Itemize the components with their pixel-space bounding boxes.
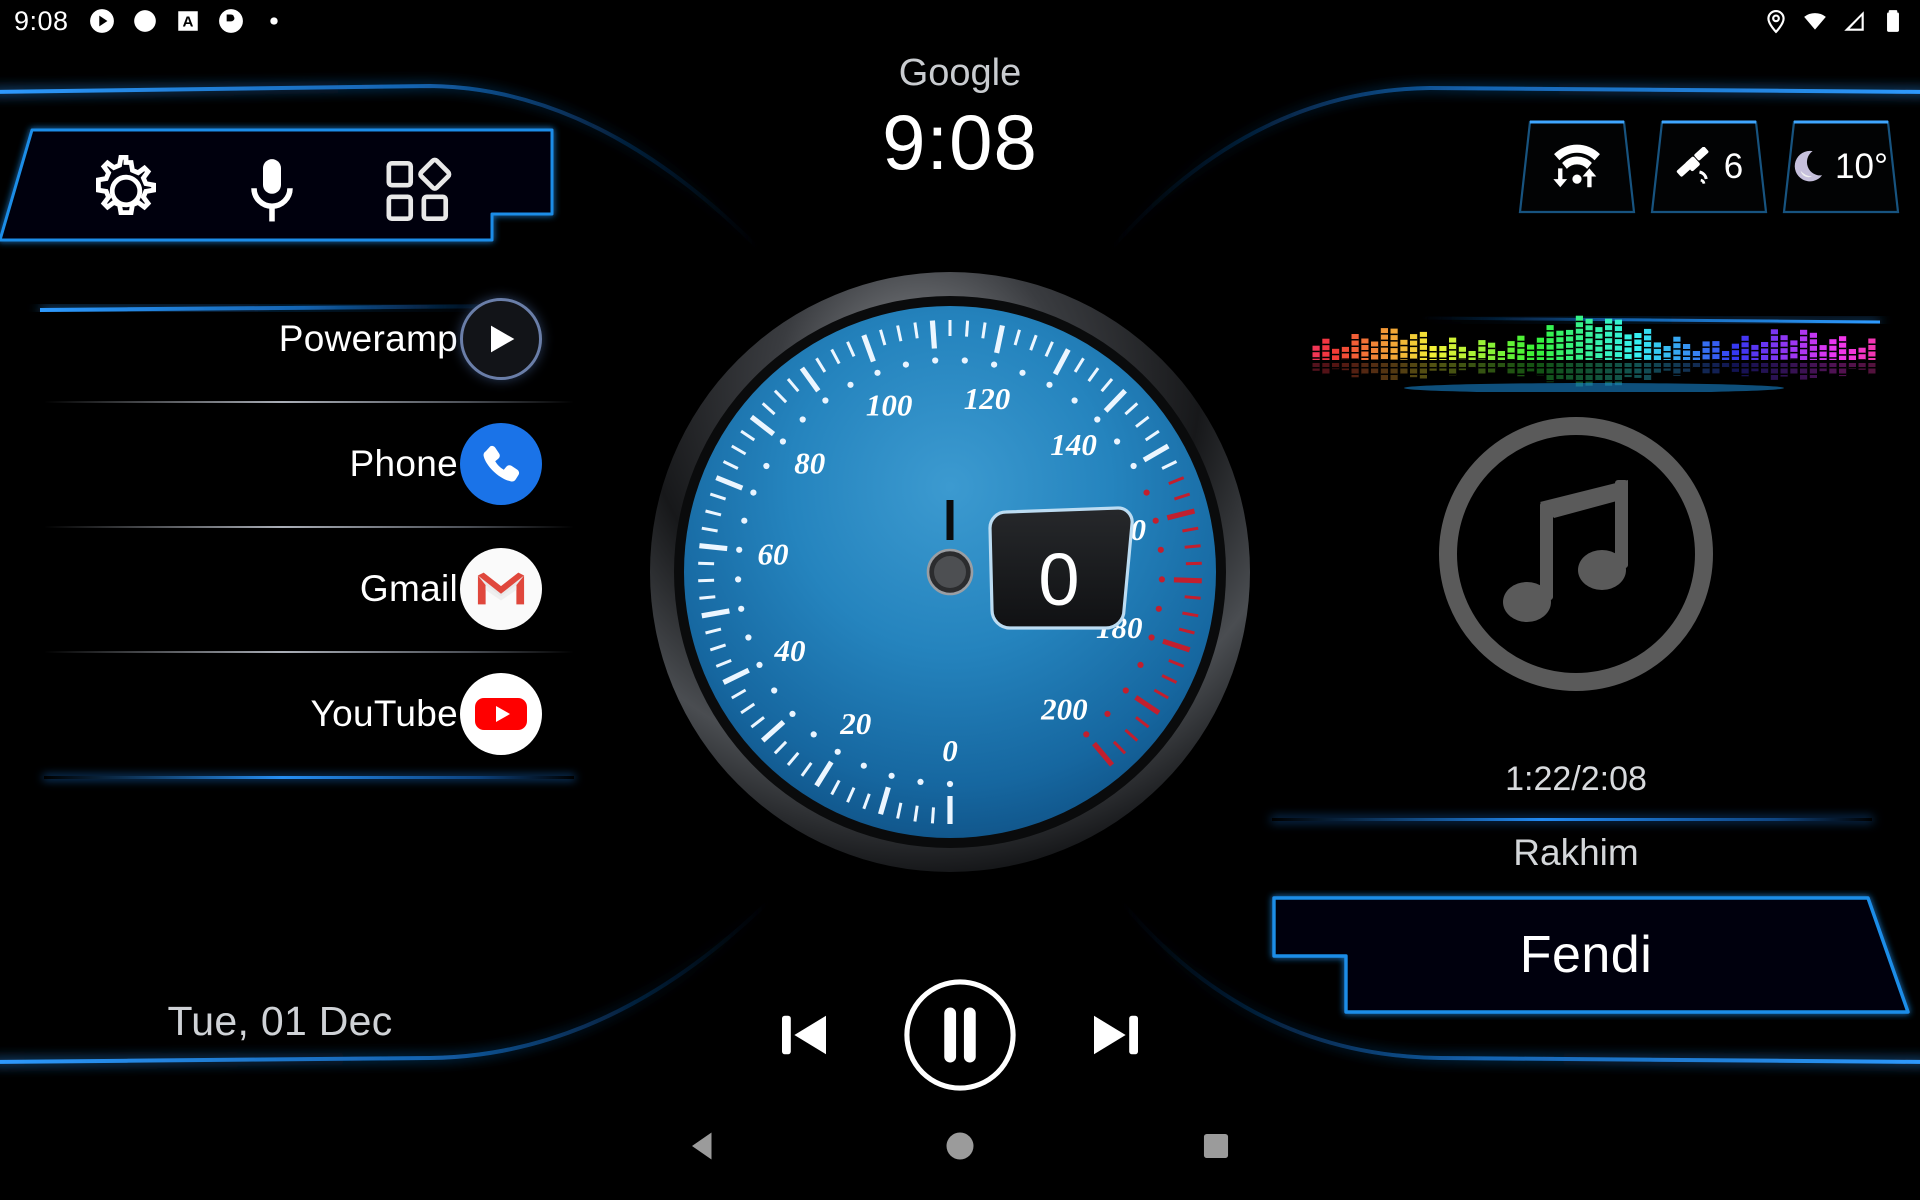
media-controls <box>0 955 1920 1115</box>
previous-track-button[interactable] <box>771 1002 837 1068</box>
status-bar-time: 9:08 <box>14 5 69 36</box>
svg-text:200: 200 <box>1040 691 1088 726</box>
app-label: Poweramp <box>278 317 458 359</box>
app-drawer-button[interactable] <box>374 148 462 233</box>
digital-speed-value: 0 <box>1038 538 1079 621</box>
voice-assistant-button[interactable] <box>228 148 316 233</box>
nav-back-button[interactable] <box>576 1092 832 1200</box>
svg-text:80: 80 <box>794 445 825 480</box>
svg-text:100: 100 <box>866 388 913 423</box>
pause-icon <box>904 979 1016 1091</box>
svg-text:40: 40 <box>774 633 806 668</box>
svg-text:A: A <box>182 13 193 30</box>
gps-satellite-count: 6 <box>1723 147 1744 186</box>
status-tile-content <box>1516 118 1638 216</box>
apps-grid-icon <box>386 157 452 221</box>
svg-text:20: 20 <box>839 706 871 741</box>
wifi-transfer-icon <box>1553 144 1600 188</box>
svg-text:60: 60 <box>758 536 789 571</box>
wifi-icon <box>1804 13 1826 30</box>
cell-signal-icon <box>1844 11 1864 31</box>
settings-button[interactable] <box>82 148 170 233</box>
app-shortcut-list: Poweramp Phone Gmail YouTube <box>0 276 580 779</box>
phone-icon <box>460 422 542 505</box>
back-triangle-icon <box>692 1132 712 1160</box>
nav-recents-button[interactable] <box>1088 1092 1344 1200</box>
gear-icon <box>96 154 156 215</box>
filled-circle-icon <box>133 10 156 32</box>
app-dot-icon <box>218 9 243 33</box>
nav-home-button[interactable] <box>832 1092 1088 1200</box>
recents-square-icon <box>1203 1133 1229 1159</box>
app-row-youtube[interactable]: YouTube <box>0 651 580 779</box>
status-tiles: 6 10° <box>1516 118 1902 216</box>
app-label: YouTube <box>310 692 458 734</box>
gmail-icon <box>460 547 542 630</box>
audio-equalizer-visualizer <box>1312 315 1876 392</box>
satellite-icon <box>1676 147 1709 185</box>
status-tile-gps[interactable]: 6 <box>1648 118 1770 216</box>
notification-icons: A <box>89 8 287 34</box>
status-bar: 9:08 A <box>0 0 1920 42</box>
location-pin-icon <box>1767 10 1785 34</box>
status-tile-wifi[interactable] <box>1516 118 1638 216</box>
carrier-label: Google <box>898 52 1022 94</box>
svg-text:140: 140 <box>1050 427 1097 462</box>
microphone-icon <box>251 158 293 221</box>
quick-actions-icons <box>82 148 502 233</box>
skip-next-icon <box>1094 1015 1138 1055</box>
play-circle-icon <box>89 9 114 33</box>
app-label: Gmail <box>359 567 458 609</box>
moon-icon <box>1794 150 1823 182</box>
status-tile-content: 6 <box>1648 118 1770 216</box>
next-track-button[interactable] <box>1083 1002 1149 1068</box>
play-circle-icon <box>460 297 542 380</box>
app-row-poweramp[interactable]: Poweramp <box>0 276 580 403</box>
svg-text:120: 120 <box>964 381 1011 416</box>
speedometer-gauge: 020406080100120140160180200 0 <box>650 272 1250 872</box>
album-art-placeholder[interactable] <box>1432 410 1720 698</box>
home-circle-icon <box>946 1132 974 1160</box>
skip-previous-icon <box>782 1015 826 1055</box>
system-status-icons <box>1763 8 1906 34</box>
music-note-icon <box>1503 480 1628 622</box>
track-progress-time: 1:22/2:08 <box>1505 760 1647 798</box>
track-divider <box>1272 818 1872 821</box>
a-badge-icon: A <box>177 11 198 31</box>
small-dot-icon <box>269 17 278 25</box>
android-navigation-bar <box>0 1092 1920 1200</box>
battery-icon <box>1887 10 1899 32</box>
app-row-gmail[interactable]: Gmail <box>0 526 580 653</box>
status-tile-content: 10° <box>1780 118 1902 216</box>
temperature-value: 10° <box>1835 147 1888 186</box>
app-label: Phone <box>349 442 458 484</box>
play-pause-button[interactable] <box>901 976 1019 1094</box>
status-tile-weather[interactable]: 10° <box>1780 118 1902 216</box>
track-artist: Rakhim <box>1513 832 1639 873</box>
youtube-icon <box>460 672 542 755</box>
app-row-phone[interactable]: Phone <box>0 401 580 528</box>
